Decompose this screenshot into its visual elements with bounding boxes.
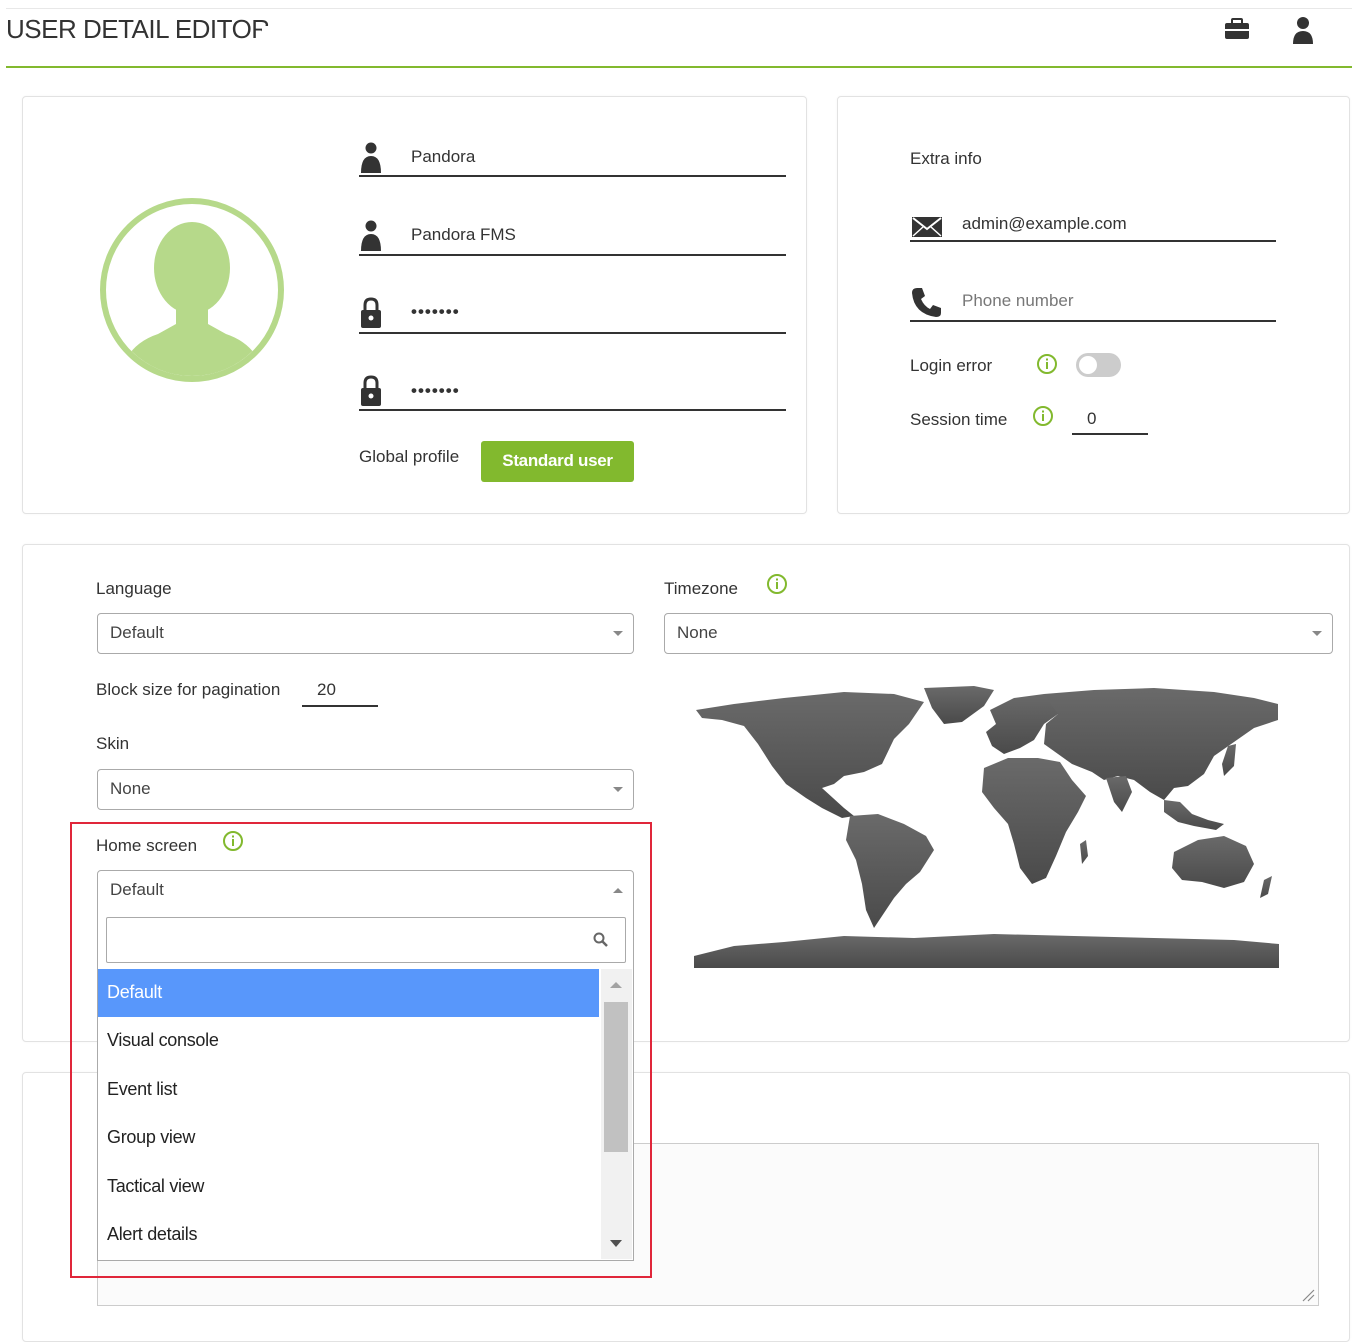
language-select-value: Default (110, 623, 164, 642)
login-error-label: Login error (910, 356, 993, 375)
standard-user-button[interactable]: Standard user (481, 441, 634, 482)
chevron-down-icon (613, 631, 623, 636)
skin-select[interactable]: None (97, 769, 634, 810)
title-redaction (262, 26, 468, 52)
lock-icon (358, 296, 384, 330)
block-size-label: Block size for pagination (96, 680, 281, 699)
lock-icon (358, 374, 384, 408)
password-confirm-value[interactable]: ••••••• (411, 381, 460, 401)
password-underline (359, 332, 786, 334)
skin-select-value: None (110, 779, 151, 798)
page-title: USER DETAIL EDITOR (6, 14, 270, 44)
extra-info-title: Extra info (910, 149, 982, 168)
chevron-down-icon (613, 787, 623, 792)
timezone-select[interactable]: None (664, 613, 1333, 654)
password-value[interactable]: ••••••• (411, 302, 460, 322)
password-confirm-underline (359, 409, 786, 411)
language-select[interactable]: Default (97, 613, 634, 654)
phone-input[interactable]: Phone number (962, 291, 1074, 311)
briefcase-icon[interactable] (1222, 16, 1252, 46)
user-icon (358, 140, 384, 174)
user-icon (358, 218, 384, 252)
timezone-label: Timezone (664, 579, 739, 598)
global-profile-label: Global profile (359, 447, 460, 466)
block-size-input[interactable]: 20 (317, 680, 336, 700)
info-icon[interactable] (1036, 353, 1058, 375)
avatar (98, 196, 286, 384)
email-underline (910, 240, 1276, 242)
session-time-underline (1072, 433, 1148, 435)
login-error-toggle[interactable] (1076, 353, 1121, 377)
timezone-world-map[interactable] (694, 684, 1279, 968)
info-icon[interactable] (1032, 405, 1054, 427)
email-value[interactable]: admin@example.com (962, 214, 1127, 234)
language-label: Language (96, 579, 172, 598)
full-name-underline (359, 254, 786, 256)
skin-label: Skin (96, 734, 130, 753)
resize-handle-icon (1302, 1289, 1315, 1302)
chevron-down-icon (1312, 631, 1322, 636)
first-name-value[interactable]: Pandora (411, 147, 475, 167)
block-size-underline (302, 705, 378, 707)
session-time-label: Session time (910, 410, 1008, 429)
envelope-icon (911, 215, 943, 239)
phone-icon (911, 286, 943, 318)
user-icon[interactable] (1288, 14, 1318, 44)
user-avatar-icon (100, 198, 284, 382)
info-icon[interactable] (766, 573, 788, 595)
first-name-underline (359, 175, 786, 177)
timezone-select-value: None (677, 623, 718, 642)
full-name-value[interactable]: Pandora FMS (411, 225, 516, 245)
phone-underline (910, 320, 1276, 322)
session-time-input[interactable]: 0 (1087, 409, 1096, 429)
highlight-box (70, 822, 652, 1278)
